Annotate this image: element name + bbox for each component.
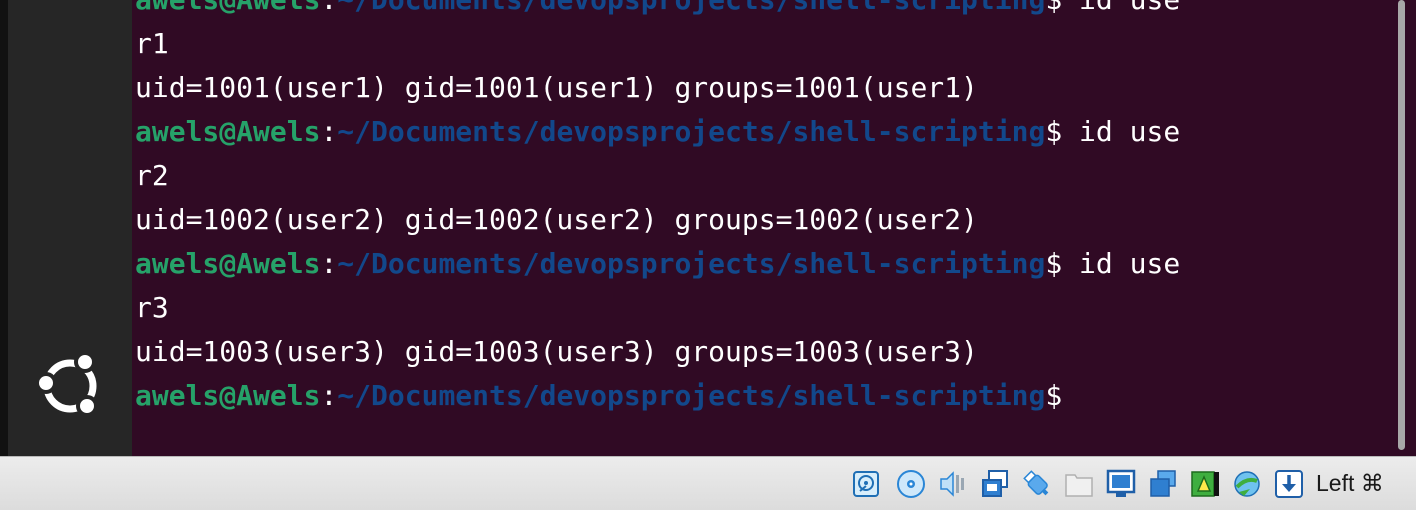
audio-icon[interactable]	[938, 469, 968, 499]
prompt-symbol: $	[1045, 0, 1062, 16]
scrollbar-thumb[interactable]	[1398, 0, 1405, 450]
prompt-user-host: awels@Awels	[135, 115, 321, 148]
output-line: r1	[135, 27, 169, 60]
optical-drive-icon[interactable]	[896, 469, 926, 499]
output-line: uid=1002(user2) gid=1002(user2) groups=1…	[135, 203, 978, 236]
show-apps-button[interactable]	[30, 346, 110, 426]
command-text: id use	[1062, 247, 1181, 280]
prompt-path: ~/Documents/devopsprojects/shell-scripti…	[337, 115, 1046, 148]
terminal-window[interactable]: awels@Awels:~/Documents/devopsprojects/s…	[132, 0, 1396, 456]
prompt-separator: :	[320, 247, 338, 280]
shared-folders-icon[interactable]	[1064, 469, 1094, 499]
prompt-user-host: awels@Awels	[135, 247, 321, 280]
prompt-line: awels@Awels:~/Documents/devopsprojects/s…	[135, 110, 1180, 154]
output-line: uid=1003(user3) gid=1003(user3) groups=1…	[135, 335, 978, 368]
prompt-symbol: $	[1045, 115, 1063, 148]
command-text: id use	[1062, 0, 1180, 16]
ubuntu-dock	[8, 0, 132, 456]
prompt-separator: :	[320, 0, 337, 16]
output-line: r2	[135, 159, 169, 192]
output-line: r3	[135, 291, 169, 324]
command-text: id use	[1062, 115, 1181, 148]
hard-disk-icon[interactable]	[852, 469, 882, 499]
prompt-path: ~/Documents/devopsprojects/shell-scripti…	[337, 0, 1045, 16]
screen-capture-icon[interactable]	[1148, 469, 1178, 499]
prompt-symbol: $	[1045, 379, 1063, 412]
prompt-user-host: awels@Awels	[135, 0, 320, 16]
terminal-output: awels@Awels:~/Documents/devopsprojects/s…	[135, 0, 1180, 418]
network-icon[interactable]	[980, 469, 1010, 499]
prompt-line: awels@Awels:~/Documents/devopsprojects/s…	[135, 374, 1180, 418]
vm-status-bar: Left ⌘	[0, 456, 1416, 510]
video-recording-icon[interactable]	[1190, 469, 1220, 499]
prompt-line: awels@Awels:~/Documents/devopsprojects/s…	[135, 242, 1180, 286]
prompt-symbol: $	[1045, 247, 1063, 280]
host-key-indicator[interactable]: Left ⌘	[1316, 470, 1384, 497]
prompt-path: ~/Documents/devopsprojects/shell-scripti…	[337, 379, 1046, 412]
prompt-user-host: awels@Awels	[135, 379, 321, 412]
mouse-integration-icon[interactable]	[1274, 469, 1304, 499]
virtualbox-vm-window: awels@Awels:~/Documents/devopsprojects/s…	[0, 0, 1416, 510]
prompt-line: awels@Awels:~/Documents/devopsprojects/s…	[135, 0, 1180, 22]
virtualization-engine-icon[interactable]	[1232, 469, 1262, 499]
prompt-separator: :	[320, 115, 338, 148]
usb-icon[interactable]	[1022, 469, 1052, 499]
output-line: uid=1001(user1) gid=1001(user1) groups=1…	[135, 71, 978, 104]
prompt-path: ~/Documents/devopsprojects/shell-scripti…	[337, 247, 1046, 280]
ubuntu-logo-icon	[35, 351, 98, 417]
window-edge	[0, 0, 8, 456]
display-icon[interactable]	[1106, 469, 1136, 499]
prompt-separator: :	[320, 379, 338, 412]
